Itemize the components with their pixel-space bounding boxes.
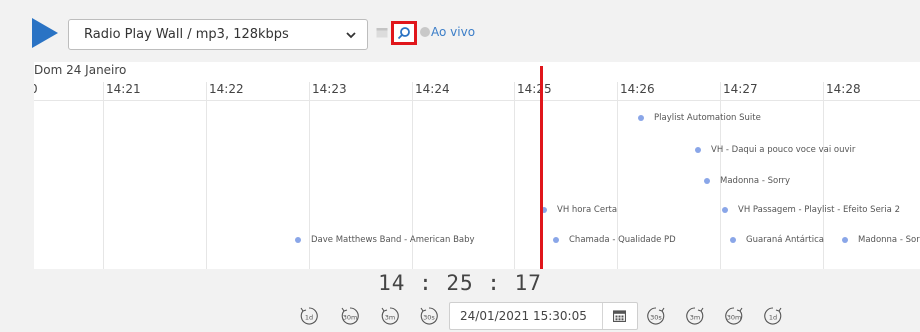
- datetime-field-divider: [602, 303, 603, 329]
- datetime-field[interactable]: 24/01/2021 15:30:05: [449, 302, 638, 330]
- event-dot: [842, 237, 848, 243]
- playhead-cursor[interactable]: [540, 66, 543, 269]
- hour-label: 14:27: [723, 82, 758, 96]
- event-dot: [695, 147, 701, 153]
- svg-text:30s: 30s: [650, 314, 662, 322]
- svg-text:1d: 1d: [305, 314, 313, 322]
- forward-30s-button[interactable]: 30s: [646, 306, 666, 326]
- playback-clock: 14 : 25 : 17: [378, 271, 542, 295]
- timeline-date: Dom 24 Janeiro: [34, 63, 127, 77]
- rewind-30m-button[interactable]: 30m: [340, 306, 360, 326]
- hour-label: 0: [34, 82, 38, 96]
- timeline[interactable]: Dom 24 Janeiro 0 14:21 14:22 14:23 14:24…: [34, 62, 920, 269]
- forward-icon: 3m: [686, 307, 704, 325]
- hour-label: 14:24: [415, 82, 450, 96]
- timeline-event[interactable]: Chamada - Qualidade PD: [553, 233, 676, 247]
- rewind-icon: 1d: [300, 307, 318, 325]
- datetime-field-value: 24/01/2021 15:30:05: [460, 309, 587, 323]
- svg-text:30m: 30m: [343, 314, 358, 322]
- play-button[interactable]: [30, 17, 60, 49]
- event-label: Dave Matthews Band - American Baby: [311, 235, 475, 245]
- rewind-1d-button[interactable]: 1d: [299, 306, 319, 326]
- live-label[interactable]: Ao vivo: [431, 25, 475, 39]
- svg-text:3m: 3m: [690, 314, 700, 322]
- forward-30m-button[interactable]: 30m: [724, 306, 744, 326]
- live-toggle[interactable]: [420, 27, 430, 37]
- station-select[interactable]: Radio Play Wall / mp3, 128kbps: [68, 19, 368, 50]
- hour-label: 14:25: [517, 82, 552, 96]
- minute-gridline: [206, 82, 207, 269]
- play-icon: [32, 18, 58, 48]
- forward-1d-button[interactable]: 1d: [763, 306, 783, 326]
- timeline-event[interactable]: Playlist Automation Suite: [638, 111, 761, 125]
- event-dot: [722, 207, 728, 213]
- timeline-header-divider: [34, 100, 920, 101]
- station-select-value: Radio Play Wall / mp3, 128kbps: [84, 27, 289, 42]
- rewind-icon: 30s: [420, 307, 438, 325]
- svg-text:3m: 3m: [385, 314, 395, 322]
- hour-label: 14:28: [826, 82, 861, 96]
- hour-label: 14:26: [620, 82, 655, 96]
- rewind-3m-button[interactable]: 3m: [380, 306, 400, 326]
- rewind-30s-button[interactable]: 30s: [419, 306, 439, 326]
- svg-text:1d: 1d: [769, 314, 777, 322]
- rewind-icon: 3m: [381, 307, 399, 325]
- hour-label: 14:21: [106, 82, 141, 96]
- calendar-icon[interactable]: [376, 26, 388, 38]
- timeline-event[interactable]: Madonna - Sorry: [842, 233, 920, 247]
- search-icon: [397, 27, 410, 40]
- rewind-icon: 30m: [341, 307, 359, 325]
- event-label: VH - Daqui a pouco voce vai ouvir: [711, 145, 856, 155]
- svg-text:30s: 30s: [423, 314, 435, 322]
- timeline-event[interactable]: VH Passagem - Playlist - Efeito Seria 2: [722, 203, 900, 217]
- calendar-icon[interactable]: [613, 309, 626, 322]
- hour-label: 14:22: [209, 82, 244, 96]
- event-label: VH Passagem - Playlist - Efeito Seria 2: [738, 205, 900, 215]
- event-dot: [730, 237, 736, 243]
- event-label: Madonna - Sorry: [858, 235, 920, 245]
- player-toolbar: Radio Play Wall / mp3, 128kbps Ao vivo: [0, 0, 920, 62]
- svg-text:30m: 30m: [727, 314, 742, 322]
- minute-gridline: [103, 82, 104, 269]
- event-label: Madonna - Sorry: [720, 176, 791, 186]
- search-button[interactable]: [391, 21, 417, 45]
- event-label: Guaraná Antártica: [746, 235, 824, 245]
- timeline-event[interactable]: Dave Matthews Band - American Baby: [295, 233, 475, 247]
- timeline-event[interactable]: VH hora Certa: [541, 203, 617, 217]
- forward-3m-button[interactable]: 3m: [685, 306, 705, 326]
- event-dot: [553, 237, 559, 243]
- forward-icon: 30s: [647, 307, 665, 325]
- event-dot: [295, 237, 301, 243]
- timeline-event[interactable]: VH - Daqui a pouco voce vai ouvir: [695, 143, 855, 157]
- minute-gridline: [514, 82, 515, 269]
- event-label: VH hora Certa: [557, 205, 618, 215]
- forward-icon: 1d: [764, 307, 782, 325]
- hour-label: 14:23: [312, 82, 347, 96]
- forward-icon: 30m: [725, 307, 743, 325]
- event-dot: [704, 178, 710, 184]
- timeline-event[interactable]: Guaraná Antártica: [730, 233, 824, 247]
- event-dot: [638, 115, 644, 121]
- event-label: Playlist Automation Suite: [654, 113, 761, 123]
- event-label: Chamada - Qualidade PD: [569, 235, 676, 245]
- chevron-down-icon: [346, 32, 356, 39]
- timeline-event[interactable]: Madonna - Sorry: [704, 174, 790, 188]
